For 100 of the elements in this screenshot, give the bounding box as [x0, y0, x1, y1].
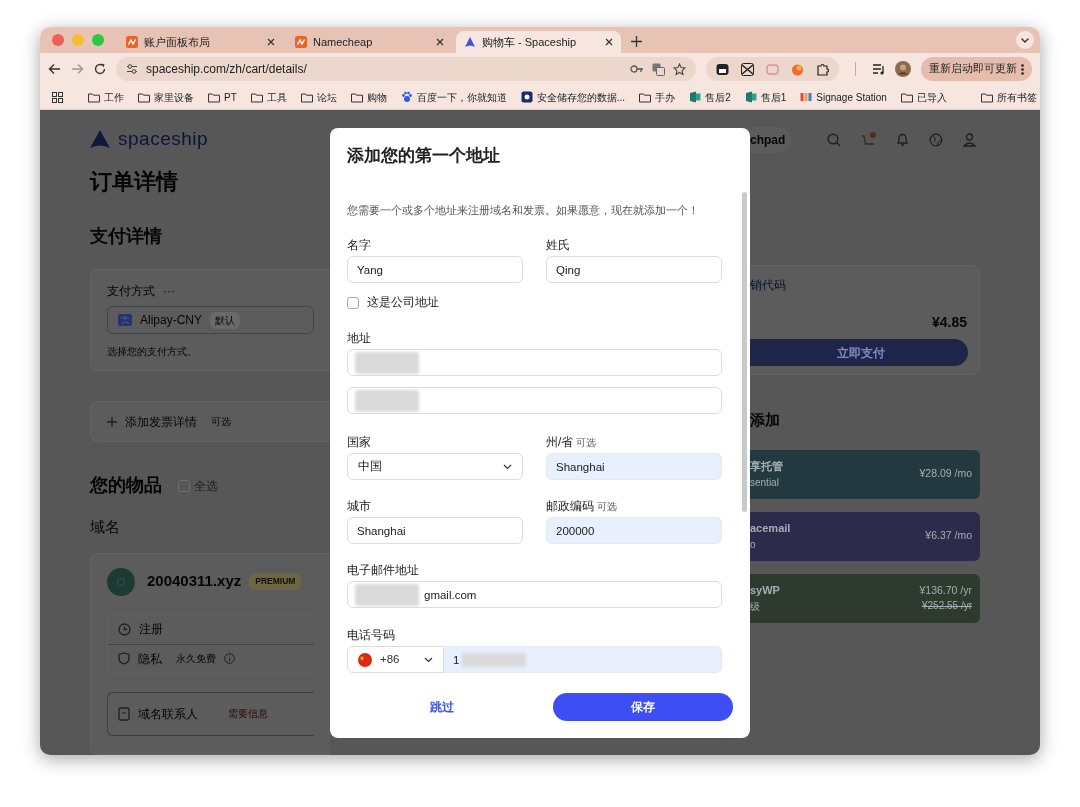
key-icon[interactable] — [630, 64, 644, 74]
section-heading: 您的物品 — [90, 474, 162, 498]
addon-card[interactable]: acemail o ¥6.37 /mo — [750, 511, 980, 561]
status-text: 需要信息 — [228, 707, 268, 722]
site-settings-icon[interactable] — [126, 63, 138, 75]
city-field[interactable]: Shanghai — [347, 517, 523, 544]
media-control-icon[interactable] — [872, 63, 885, 75]
dialog-title: 添加您的第一个地址 — [347, 146, 501, 167]
reload-icon[interactable] — [94, 63, 106, 75]
company-checkbox[interactable]: 这是公司地址 — [347, 295, 722, 310]
info-icon[interactable] — [224, 653, 235, 665]
contact-book-icon — [118, 706, 130, 721]
bookmark-link[interactable]: 安全储存您的数据... — [515, 87, 631, 107]
bookmark-link[interactable]: 已导入 — [895, 87, 952, 107]
all-bookmarks-link[interactable]: 所有书签 — [975, 87, 1040, 107]
skip-link[interactable]: 跳过 — [347, 697, 538, 716]
addon-price: ¥28.09 /mo — [919, 466, 972, 482]
optional-label: 可选 — [211, 415, 231, 429]
section-heading: 添加 — [750, 410, 781, 430]
star-icon[interactable] — [673, 62, 686, 76]
chevron-down-icon — [424, 656, 433, 663]
old-price: ¥252.55 /yr — [920, 599, 972, 614]
bookmark-link[interactable]: 工具 — [245, 87, 292, 107]
total-price: ¥4.85 — [931, 313, 967, 332]
bookmark-link[interactable]: 售后2 — [684, 87, 736, 107]
bookmark-link[interactable]: 手办 — [634, 87, 681, 107]
bookmark-link[interactable]: 百度一下，你就知道 — [395, 87, 512, 107]
extension-icon[interactable] — [716, 62, 729, 76]
close-icon[interactable] — [605, 38, 613, 46]
row-label: 域名联系人 — [138, 705, 198, 723]
clock-icon — [118, 622, 131, 636]
shield-icon — [118, 652, 130, 666]
kebab-menu-icon[interactable] — [1021, 63, 1024, 75]
folder-icon — [208, 91, 220, 103]
field-label: 邮政编码 — [546, 499, 594, 513]
payment-method-text: Alipay-CNY — [140, 312, 202, 329]
folder-icon — [350, 91, 363, 103]
addon-title: 享托管 — [750, 459, 783, 475]
addon-card[interactable]: syWP 级 ¥136.70 /yr ¥252.55 /yr — [750, 573, 980, 623]
field-label: 国家 — [347, 434, 372, 448]
save-button[interactable]: 保存 — [553, 692, 733, 721]
plus-icon — [107, 416, 117, 427]
flag-icon — [358, 652, 372, 667]
globe-icon[interactable] — [929, 133, 944, 147]
addon-card[interactable]: 享托管 sential ¥28.09 /mo — [750, 449, 980, 499]
row-label: 注册 — [139, 621, 163, 639]
chevron-down-icon — [503, 463, 512, 470]
addon-subtitle: sential — [750, 475, 780, 490]
page-title: 订单详情 — [90, 168, 179, 196]
scrollbar-thumb[interactable] — [742, 192, 747, 512]
last-name-field[interactable]: Qing — [546, 256, 722, 283]
pay-now-button[interactable]: 立即支付 — [750, 339, 968, 366]
new-tab-icon[interactable] — [631, 36, 642, 47]
translate-icon[interactable] — [652, 62, 665, 76]
user-icon[interactable] — [963, 133, 977, 147]
payment-method-row[interactable]: Alipay-CNY 默认 — [107, 306, 314, 334]
state-field[interactable]: Shanghai — [546, 453, 722, 480]
extension-icon[interactable] — [741, 62, 754, 76]
bookmark-link[interactable]: Signage Station — [795, 87, 892, 107]
update-button[interactable]: 重新启动即可更新 — [921, 57, 1032, 81]
note-text: 永久免费 — [176, 652, 216, 667]
bookmark-link[interactable]: 售后1 — [739, 87, 792, 107]
avatar-icon[interactable] — [895, 61, 911, 77]
postcode-field[interactable]: 200000 — [546, 517, 722, 544]
sheet-icon — [744, 91, 757, 103]
browser-tab[interactable]: 账户面板布局 — [118, 31, 283, 53]
field-label: 名字 — [347, 237, 372, 251]
close-icon[interactable] — [267, 38, 275, 46]
first-name-field[interactable]: Yang — [347, 256, 523, 283]
browser-tab[interactable]: Namecheap — [287, 31, 452, 53]
optional-label: 可选 — [597, 501, 617, 512]
bookmark-link[interactable]: PT — [203, 87, 242, 107]
field-label: 地址 — [347, 330, 372, 344]
address-bar[interactable]: spaceship.com/zh/cart/details/ — [116, 57, 696, 81]
browser-tab[interactable]: 购物车 - Spaceship — [456, 31, 621, 53]
url-text: spaceship.com/zh/cart/details/ — [146, 61, 308, 78]
row-label: 隐私 — [138, 650, 162, 668]
addon-subtitle: 级 — [750, 599, 761, 614]
folder-icon — [900, 91, 913, 103]
puzzle-icon[interactable] — [816, 62, 829, 76]
search-icon[interactable] — [827, 133, 842, 147]
country-select[interactable]: 中国 — [347, 453, 523, 480]
bookmark-link[interactable]: 工作 — [83, 87, 129, 107]
field-label: 州/省 — [546, 435, 574, 449]
domain-name: 20040311.xyz — [147, 571, 242, 592]
bookmark-link[interactable]: 家里设备 — [133, 87, 199, 107]
field-label: 城市 — [347, 498, 372, 512]
vault-icon — [520, 91, 533, 103]
site-logo-icon — [126, 36, 138, 48]
close-icon[interactable] — [436, 38, 444, 46]
bookmark-link[interactable]: 论坛 — [295, 87, 342, 107]
back-icon[interactable] — [48, 63, 61, 75]
bell-icon[interactable] — [896, 133, 910, 147]
domain-avatar-icon — [107, 567, 135, 596]
bookmark-link[interactable]: 购物 — [345, 87, 392, 107]
folder-icon — [980, 91, 993, 103]
country-code-select[interactable]: +86 — [347, 646, 444, 673]
tab-menu-icon[interactable] — [1016, 31, 1034, 49]
default-badge: 默认 — [210, 311, 240, 329]
apps-grid-icon[interactable] — [52, 91, 63, 103]
